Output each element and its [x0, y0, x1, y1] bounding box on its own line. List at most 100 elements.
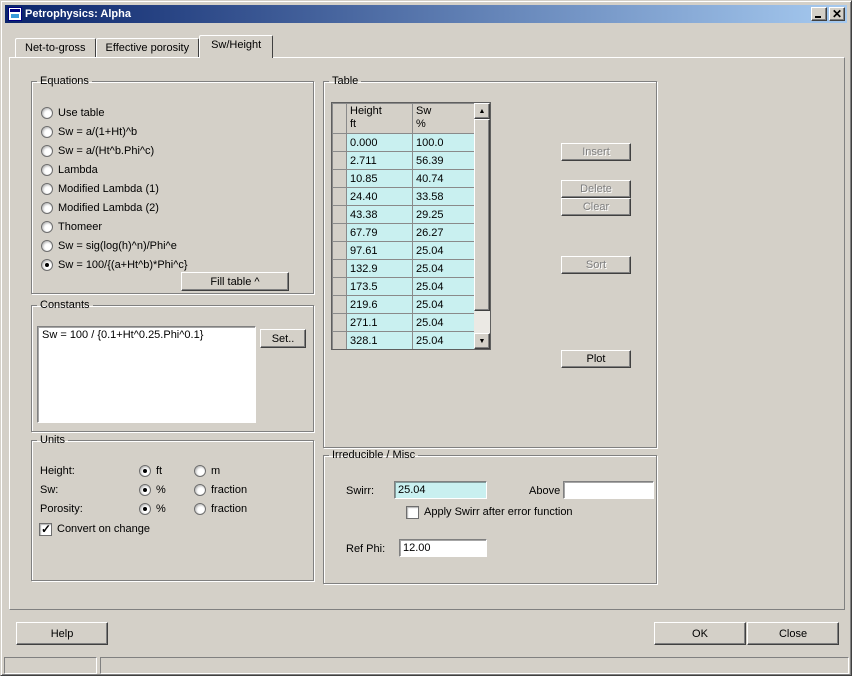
sw-percent-option[interactable]: %: [139, 483, 166, 497]
sw-cell[interactable]: 100.0: [413, 134, 475, 152]
height-m-option[interactable]: m: [194, 464, 220, 478]
close-dialog-button[interactable]: Close: [747, 622, 839, 645]
sw-units-label: Sw:: [40, 484, 58, 497]
equation-option-modified-lambda-2[interactable]: Modified Lambda (2): [41, 201, 159, 215]
height-cell[interactable]: 10.85: [347, 170, 413, 188]
tab-sw-height[interactable]: Sw/Height: [199, 35, 273, 58]
row-selector[interactable]: [333, 332, 347, 350]
fill-table-button[interactable]: Fill table ^: [181, 272, 289, 291]
ok-button[interactable]: OK: [654, 622, 746, 645]
convert-on-change-checkbox[interactable]: Convert on change: [39, 522, 150, 536]
delete-button[interactable]: Delete: [561, 180, 631, 198]
titlebar[interactable]: Petrophysics: Alpha ✕: [5, 5, 847, 23]
sw-cell[interactable]: 40.74: [413, 170, 475, 188]
constants-expression-box[interactable]: Sw = 100 / {0.1+Ht^0.25.Phi^0.1}: [37, 326, 256, 423]
table-row: 10.8540.74: [333, 170, 475, 188]
equation-option-a-1-ht-b[interactable]: Sw = a/(1+Ht)^b: [41, 125, 137, 139]
row-selector[interactable]: [333, 224, 347, 242]
scroll-down-icon[interactable]: ▼: [474, 333, 490, 349]
sw-cell[interactable]: 25.04: [413, 278, 475, 296]
height-cell[interactable]: 173.5: [347, 278, 413, 296]
height-cell[interactable]: 271.1: [347, 314, 413, 332]
height-header-name: Height: [350, 105, 409, 118]
sw-cell[interactable]: 25.04: [413, 332, 475, 350]
row-selector[interactable]: [333, 170, 347, 188]
app-icon: [8, 7, 22, 21]
equation-option-label: Sw = a/(1+Ht)^b: [58, 126, 137, 138]
height-cell[interactable]: 97.61: [347, 242, 413, 260]
above-input[interactable]: [563, 481, 654, 499]
sw-cell[interactable]: 56.39: [413, 152, 475, 170]
height-cell[interactable]: 43.38: [347, 206, 413, 224]
table-scrollbar[interactable]: ▲ ▼: [474, 103, 490, 349]
height-cell[interactable]: 328.1: [347, 332, 413, 350]
close-button[interactable]: ✕: [829, 7, 845, 21]
sw-cell[interactable]: 25.04: [413, 296, 475, 314]
equation-option-use-table[interactable]: Use table: [41, 106, 104, 120]
radio-icon: [41, 126, 53, 138]
row-selector[interactable]: [333, 206, 347, 224]
row-selector[interactable]: [333, 260, 347, 278]
height-cell[interactable]: 219.6: [347, 296, 413, 314]
help-button[interactable]: Help: [16, 622, 108, 645]
row-selector[interactable]: [333, 278, 347, 296]
radio-icon: [194, 503, 206, 515]
equations-group-title: Equations: [37, 75, 92, 87]
set-button[interactable]: Set..: [260, 329, 306, 348]
tab-effective-porosity[interactable]: Effective porosity: [96, 38, 200, 57]
row-selector[interactable]: [333, 188, 347, 206]
sw-fraction-option[interactable]: fraction: [194, 483, 247, 497]
height-cell[interactable]: 0.000: [347, 134, 413, 152]
height-cell[interactable]: 2.711: [347, 152, 413, 170]
clear-button[interactable]: Clear: [561, 198, 631, 216]
table-row: 97.6125.04: [333, 242, 475, 260]
sw-cell[interactable]: 25.04: [413, 260, 475, 278]
row-selector[interactable]: [333, 152, 347, 170]
scrollbar-thumb[interactable]: [474, 119, 490, 311]
height-cell[interactable]: 67.79: [347, 224, 413, 242]
apply-swirr-checkbox[interactable]: Apply Swirr after error function: [406, 505, 573, 519]
sw-cell[interactable]: 26.27: [413, 224, 475, 242]
sw-cell[interactable]: 25.04: [413, 242, 475, 260]
insert-button[interactable]: Insert: [561, 143, 631, 161]
equation-option-label: Use table: [58, 107, 104, 119]
tab-net-to-gross[interactable]: Net-to-gross: [15, 38, 96, 57]
sw-cell[interactable]: 25.04: [413, 314, 475, 332]
swirr-input[interactable]: [394, 481, 487, 499]
equation-option-modified-lambda-1[interactable]: Modified Lambda (1): [41, 182, 159, 196]
porosity-fraction-option[interactable]: fraction: [194, 502, 247, 516]
sw-cell[interactable]: 29.25: [413, 206, 475, 224]
equation-option-a-htb-phic[interactable]: Sw = a/(Ht^b.Phi^c): [41, 144, 154, 158]
row-selector[interactable]: [333, 134, 347, 152]
row-selector[interactable]: [333, 296, 347, 314]
height-cell[interactable]: 132.9: [347, 260, 413, 278]
apply-swirr-label: Apply Swirr after error function: [424, 506, 573, 518]
sw-cell[interactable]: 33.58: [413, 188, 475, 206]
porosity-percent-option[interactable]: %: [139, 502, 166, 516]
height-ft-option[interactable]: ft: [139, 464, 162, 478]
sw-height-table[interactable]: Height ft Sw % 0.000100.0 2.71156.39 10.…: [331, 102, 491, 350]
close-icon: ✕: [832, 9, 842, 19]
checkbox-icon: [39, 523, 52, 536]
equation-option-lambda[interactable]: Lambda: [41, 163, 98, 177]
equation-option-sig-log[interactable]: Sw = sig(log(h)^n)/Phi^e: [41, 239, 177, 253]
equation-option-label: Lambda: [58, 164, 98, 176]
radio-icon: [41, 183, 53, 195]
ref-phi-input[interactable]: [399, 539, 487, 557]
row-selector[interactable]: [333, 242, 347, 260]
equation-option-label: Sw = 100/{(a+Ht^b)*Phi^c}: [58, 259, 188, 271]
scroll-up-icon[interactable]: ▲: [474, 103, 490, 119]
sw-column-header: Sw %: [413, 104, 475, 134]
sort-button[interactable]: Sort: [561, 256, 631, 274]
above-label: Above: [529, 485, 560, 498]
table-row: 173.525.04: [333, 278, 475, 296]
equation-option-label: Modified Lambda (2): [58, 202, 159, 214]
equation-option-100-a-htb-phic[interactable]: Sw = 100/{(a+Ht^b)*Phi^c}: [41, 258, 188, 272]
porosity-units-label: Porosity:: [40, 503, 83, 516]
equation-option-thomeer[interactable]: Thomeer: [41, 220, 102, 234]
height-cell[interactable]: 24.40: [347, 188, 413, 206]
row-selector[interactable]: [333, 314, 347, 332]
minimize-button[interactable]: [811, 7, 827, 21]
plot-button[interactable]: Plot: [561, 350, 631, 368]
radio-icon: [41, 240, 53, 252]
